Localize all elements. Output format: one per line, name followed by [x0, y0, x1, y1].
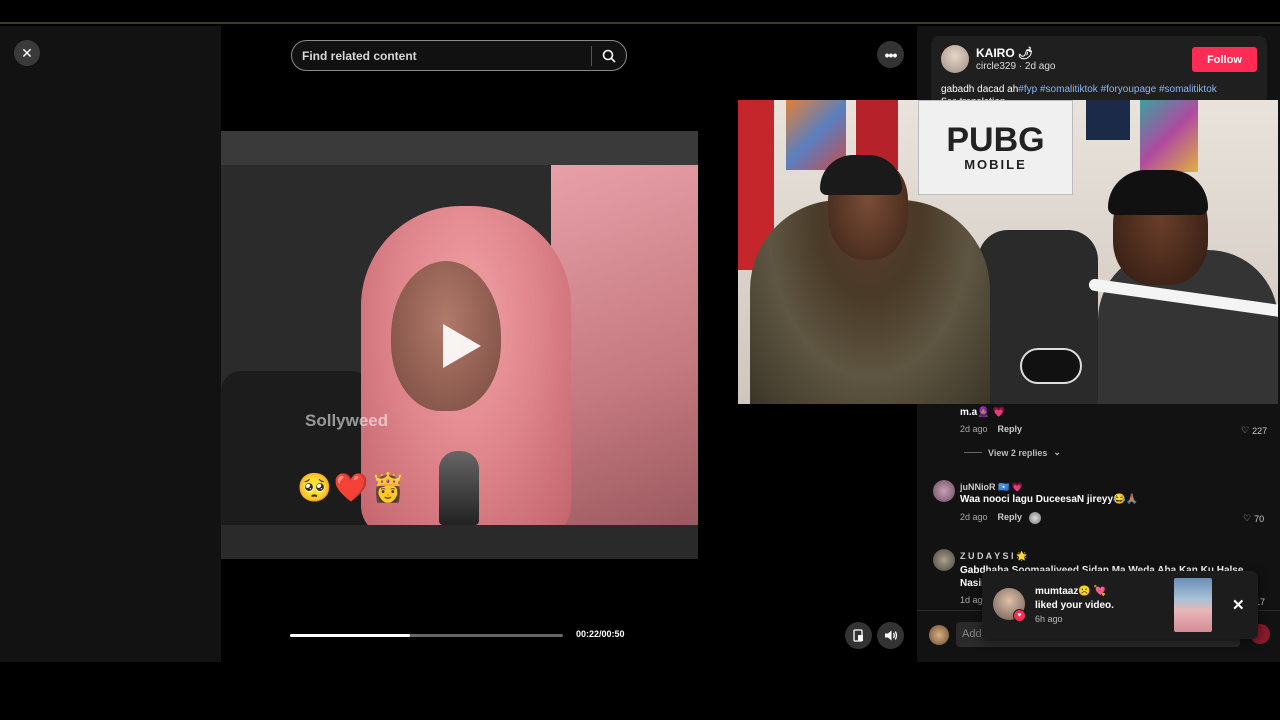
author-name[interactable]: KAIRO 🌶 — [976, 46, 1033, 60]
hashtag-link[interactable]: #somalitiktok — [1040, 84, 1098, 95]
author-handle[interactable]: circle329 · 2d ago — [976, 61, 1056, 72]
comment-text: Waa nooci lagu DuceesaN jireyy😂🙏🏽 — [960, 494, 1138, 505]
poster-title: PUBG — [946, 121, 1045, 159]
my-avatar — [929, 625, 949, 645]
commenter-avatar[interactable] — [933, 549, 955, 571]
heart-icon: ♥ — [1013, 609, 1026, 622]
commenter-name[interactable]: juNNioR 🇸🇴 💗 — [960, 482, 1023, 493]
search-input[interactable] — [292, 48, 591, 63]
top-bar — [0, 0, 1280, 24]
close-button[interactable]: ✕ — [14, 40, 40, 66]
video-emoji-overlay: 🥺❤️👸 — [297, 472, 408, 503]
floating-player-icon — [853, 629, 863, 642]
more-icon: ••• — [884, 46, 898, 63]
comment-like-button[interactable]: ♡ 227 — [1241, 425, 1267, 436]
commenter-avatar[interactable] — [933, 480, 955, 502]
facecam-microphone — [1020, 348, 1082, 384]
post-caption: gabadh dacad ah#fyp #somalitiktok #foryo… — [941, 84, 1217, 95]
creator-reply-avatar — [1029, 512, 1041, 524]
hashtag-link[interactable]: #somalitiktok — [1159, 84, 1217, 95]
search-icon[interactable] — [592, 49, 626, 63]
close-icon: ✕ — [21, 44, 33, 61]
poster-subtitle: MOBILE — [964, 157, 1027, 172]
comment-meta: 2d ago Reply — [960, 424, 1022, 435]
view-replies-button[interactable]: View 2 replies ⌄ — [964, 447, 1061, 458]
bottom-bar — [0, 662, 1280, 720]
video-watermark: Sollyweed — [305, 411, 389, 430]
divider-line — [964, 452, 982, 453]
notification-message: liked your video. — [1035, 600, 1114, 611]
comment-meta: 2d ago Reply — [960, 512, 1022, 523]
video-progress-fill — [290, 634, 411, 637]
video-top-band — [221, 131, 698, 165]
notification-video-thumbnail[interactable] — [1174, 578, 1212, 632]
facecam-sign — [1086, 100, 1130, 140]
comment-time: 2d ago — [960, 512, 988, 522]
facecam-painting — [1140, 100, 1198, 172]
view-replies-label: View 2 replies — [988, 447, 1048, 458]
facecam-poster: PUBG MOBILE — [918, 100, 1073, 195]
author-avatar[interactable] — [941, 45, 969, 73]
search-bar[interactable] — [291, 40, 627, 71]
heart-outline-icon: ♡ — [1243, 513, 1252, 523]
volume-button[interactable] — [877, 622, 904, 649]
video-letterbox-bottom — [221, 525, 698, 559]
heart-outline-icon: ♡ — [1241, 425, 1250, 435]
caption-text: gabadh dacad ah — [941, 84, 1019, 95]
close-notification-icon[interactable]: ✕ — [1232, 596, 1245, 614]
video-frame[interactable]: Sollyweed 🥺❤️👸 — [221, 131, 698, 525]
follow-button[interactable]: Follow — [1192, 47, 1257, 72]
commenter-name[interactable]: Z U D A Y S I 🌟 — [960, 551, 1027, 562]
video-time: 00:22/00:50 — [576, 629, 625, 639]
like-count: 70 — [1254, 513, 1265, 524]
reply-button[interactable]: Reply — [998, 424, 1023, 434]
left-backdrop — [0, 26, 221, 662]
comment-text-continued: Nasii — [960, 578, 984, 589]
streamer-facecam-overlay: PUBG MOBILE — [738, 100, 1278, 404]
comment-time: 2d ago — [960, 424, 988, 434]
facecam-hair — [1108, 170, 1208, 215]
play-icon[interactable] — [443, 324, 481, 368]
notification-user: mumtaaz☹️ 💘 — [1035, 586, 1107, 597]
like-count: 227 — [1252, 425, 1268, 436]
reply-button[interactable]: Reply — [998, 512, 1023, 522]
volume-icon — [884, 630, 897, 641]
video-progress-bar[interactable] — [290, 634, 563, 637]
video-background-figure — [551, 165, 698, 525]
chevron-down-icon: ⌄ — [1053, 447, 1061, 457]
hashtag-link[interactable]: #foryoupage — [1101, 84, 1157, 95]
comment-text: m.a🧕🏽 💗 — [960, 407, 1005, 418]
video-microphone — [439, 451, 479, 525]
floating-player-button[interactable] — [845, 622, 872, 649]
notification-time: 6h ago — [1035, 614, 1063, 624]
comment-like-button[interactable]: ♡ 70 — [1243, 513, 1264, 524]
more-options-button[interactable]: ••• — [877, 41, 904, 68]
hashtag-link[interactable]: #fyp — [1018, 84, 1037, 95]
